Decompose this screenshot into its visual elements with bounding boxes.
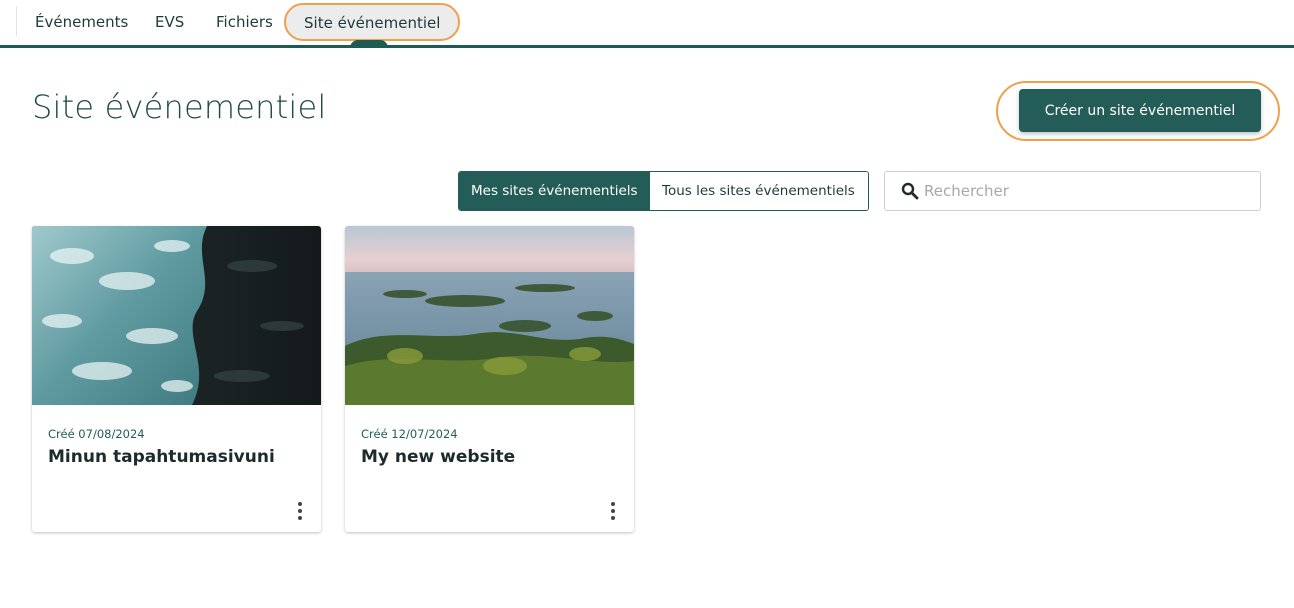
card-title: Minun tapahtumasivuni — [48, 447, 275, 467]
filter-my-sites[interactable]: Mes sites événementiels — [459, 172, 650, 210]
filter-all-sites[interactable]: Tous les sites événementiels — [650, 172, 868, 210]
top-navigation: Événements EVS Fichiers Site événementie… — [0, 0, 1294, 48]
card-created-date: Créé 12/07/2024 — [361, 427, 458, 441]
tab-evs[interactable]: EVS — [155, 0, 184, 45]
tab-site-evenementiel[interactable]: Site événementiel — [284, 3, 461, 41]
tab-fichiers[interactable]: Fichiers — [216, 0, 273, 45]
create-site-button[interactable]: Créer un site événementiel — [1019, 89, 1261, 132]
page-title: Site événementiel — [32, 88, 327, 126]
card-thumbnail-ocean — [32, 226, 321, 405]
active-tab-indicator — [350, 40, 388, 48]
search-input[interactable] — [922, 175, 1252, 207]
site-filter-toggle: Mes sites événementiels Tous les sites é… — [458, 171, 869, 211]
nav-divider — [16, 6, 17, 36]
card-thumbnail-lake — [345, 226, 634, 405]
card-created-date: Créé 07/08/2024 — [48, 427, 145, 441]
search-icon — [901, 182, 919, 200]
search-box — [884, 171, 1261, 211]
site-card[interactable]: Créé 12/07/2024 My new website — [345, 226, 634, 532]
site-card[interactable]: Créé 07/08/2024 Minun tapahtumasivuni — [32, 226, 321, 532]
more-vertical-icon[interactable] — [603, 500, 623, 522]
card-title: My new website — [361, 447, 516, 467]
more-vertical-icon[interactable] — [290, 500, 310, 522]
tab-evenements[interactable]: Événements — [35, 0, 128, 45]
